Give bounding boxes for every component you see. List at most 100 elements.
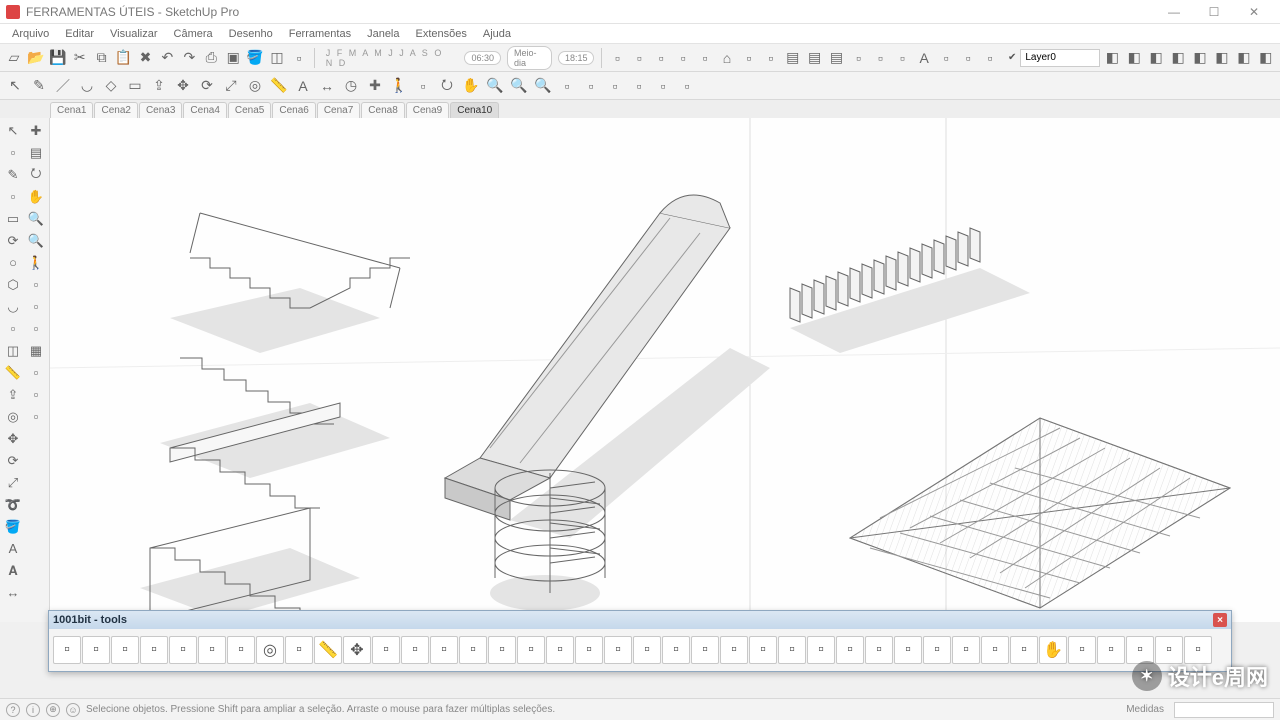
delete-icon[interactable]: ✖ bbox=[136, 47, 156, 69]
style7-icon[interactable]: ◧ bbox=[1234, 47, 1254, 69]
close-button[interactable]: ✕ bbox=[1234, 2, 1274, 22]
perforate-icon[interactable]: ▫ bbox=[1068, 636, 1096, 664]
arc-icon[interactable]: ◡ bbox=[2, 296, 24, 317]
style6-icon[interactable]: ◧ bbox=[1212, 47, 1232, 69]
chamfer-icon[interactable]: ▫ bbox=[198, 636, 226, 664]
rafter-icon[interactable]: ▫ bbox=[923, 636, 951, 664]
viewport[interactable] bbox=[50, 118, 1280, 622]
pan-icon[interactable]: ✋ bbox=[460, 75, 482, 97]
arc-icon[interactable]: ◡ bbox=[76, 75, 98, 97]
scene-tab-5[interactable]: Cena5 bbox=[228, 102, 271, 118]
scale-icon[interactable]: ⤢ bbox=[2, 472, 24, 493]
minimize-button[interactable]: — bbox=[1154, 2, 1194, 22]
xray-icon[interactable]: ▫ bbox=[849, 47, 869, 69]
scene-tab-9[interactable]: Cena9 bbox=[406, 102, 449, 118]
tape-icon[interactable]: 📏 bbox=[2, 362, 24, 383]
joist-icon[interactable]: ▫ bbox=[1126, 636, 1154, 664]
staircase-icon[interactable]: ▫ bbox=[749, 636, 777, 664]
scene-tab-6[interactable]: Cena6 bbox=[272, 102, 315, 118]
rectangle-icon[interactable]: ▭ bbox=[124, 75, 146, 97]
hip-roof-icon[interactable]: ▫ bbox=[894, 636, 922, 664]
hidden-line-icon[interactable]: ▫ bbox=[936, 47, 956, 69]
axes-icon[interactable]: ✚ bbox=[25, 120, 47, 141]
smoove-icon[interactable]: ▫ bbox=[25, 406, 47, 427]
slope-icon[interactable]: ▫ bbox=[285, 636, 313, 664]
shape-icon[interactable]: ◇ bbox=[100, 75, 122, 97]
info-icon[interactable]: i bbox=[26, 703, 40, 717]
text-icon[interactable]: A bbox=[2, 538, 24, 559]
time-mid[interactable]: Meio-dia bbox=[507, 46, 552, 70]
3dtext-icon[interactable]: 𝐀 bbox=[2, 560, 24, 581]
path-array-icon[interactable]: ▫ bbox=[517, 636, 545, 664]
vertical-slice-icon[interactable]: ▫ bbox=[430, 636, 458, 664]
point-on-face-icon[interactable]: ▫ bbox=[53, 636, 81, 664]
scene-tab-3[interactable]: Cena3 bbox=[139, 102, 182, 118]
pan-icon[interactable]: ✋ bbox=[25, 186, 47, 207]
array-icon[interactable]: ▫ bbox=[459, 636, 487, 664]
zoom-window-icon[interactable]: 🔍 bbox=[508, 75, 530, 97]
offset-icon[interactable]: ◎ bbox=[244, 75, 266, 97]
flatten-icon[interactable]: ▫ bbox=[372, 636, 400, 664]
open-file-icon[interactable]: 📂 bbox=[26, 47, 46, 69]
month-strip[interactable]: J F M A M J J A S O N D bbox=[320, 48, 461, 68]
protractor-icon[interactable]: ◷ bbox=[340, 75, 362, 97]
menu-janela[interactable]: Janela bbox=[359, 26, 407, 42]
text-icon[interactable]: A bbox=[292, 75, 314, 97]
solid-union-icon[interactable]: ▫ bbox=[580, 75, 602, 97]
rotate-icon[interactable]: ⟳ bbox=[196, 75, 218, 97]
print-icon[interactable]: ⎙ bbox=[201, 47, 221, 69]
menu-câmera[interactable]: Câmera bbox=[166, 26, 221, 42]
cut-icon[interactable]: ✂ bbox=[70, 47, 90, 69]
stamp-icon[interactable]: ▫ bbox=[25, 384, 47, 405]
next-view-icon[interactable]: ▫ bbox=[761, 47, 781, 69]
move-vertex-icon[interactable]: ✥ bbox=[343, 636, 371, 664]
menu-editar[interactable]: Editar bbox=[57, 26, 102, 42]
polygon-icon[interactable]: ⬡ bbox=[2, 274, 24, 295]
house-icon[interactable]: ⌂ bbox=[717, 47, 737, 69]
eraser-icon[interactable]: ◫ bbox=[2, 340, 24, 361]
scale-icon[interactable]: ⤢ bbox=[220, 75, 242, 97]
scene-tab-10[interactable]: Cena10 bbox=[450, 102, 499, 118]
purlin-icon[interactable]: ▫ bbox=[952, 636, 980, 664]
section-display-icon[interactable]: ▤ bbox=[805, 47, 825, 69]
walk-icon[interactable]: 🚶 bbox=[388, 75, 410, 97]
pushpull-icon[interactable]: ⇪ bbox=[148, 75, 170, 97]
ramp-icon[interactable]: ▫ bbox=[836, 636, 864, 664]
style5-icon[interactable]: ◧ bbox=[1190, 47, 1210, 69]
walk-icon[interactable]: 🚶 bbox=[25, 252, 47, 273]
line-icon[interactable]: ／ bbox=[52, 75, 74, 97]
lookaround-icon[interactable]: ▫ bbox=[412, 75, 434, 97]
scene-tab-7[interactable]: Cena7 bbox=[317, 102, 360, 118]
roof-icon[interactable]: ▫ bbox=[865, 636, 893, 664]
menu-ferramentas[interactable]: Ferramentas bbox=[281, 26, 359, 42]
zoom-icon[interactable]: 🔍 bbox=[25, 208, 47, 229]
new-file-icon[interactable]: ▱ bbox=[4, 47, 24, 69]
undo-icon[interactable]: ↶ bbox=[157, 47, 177, 69]
style3-icon[interactable]: ◧ bbox=[1146, 47, 1166, 69]
solid-subtract-icon[interactable]: ▫ bbox=[604, 75, 626, 97]
styles-icon[interactable]: ▫ bbox=[980, 47, 1000, 69]
select-icon[interactable]: ↖ bbox=[2, 120, 24, 141]
toolbar-1001bit-titlebar[interactable]: 1001bit - tools × bbox=[49, 611, 1231, 629]
move-icon[interactable]: ✥ bbox=[172, 75, 194, 97]
fillet-icon[interactable]: ▫ bbox=[169, 636, 197, 664]
menu-visualizar[interactable]: Visualizar bbox=[102, 26, 166, 42]
extend-icon[interactable]: ▫ bbox=[227, 636, 255, 664]
orbit-icon[interactable]: ⭮ bbox=[25, 164, 47, 185]
shaded-icon[interactable]: ▫ bbox=[892, 47, 912, 69]
pencil-icon[interactable]: ✎ bbox=[2, 164, 24, 185]
iso-icon[interactable]: ▫ bbox=[629, 47, 649, 69]
offset-edge-icon[interactable]: ◎ bbox=[256, 636, 284, 664]
rotated-rect-icon[interactable]: ⟳ bbox=[2, 230, 24, 251]
maximize-button[interactable]: ☐ bbox=[1194, 2, 1234, 22]
freehand-icon[interactable]: ▫ bbox=[2, 186, 24, 207]
rectangle-icon[interactable]: ▭ bbox=[2, 208, 24, 229]
polar-array-icon[interactable]: ▫ bbox=[488, 636, 516, 664]
column-icon[interactable]: ▫ bbox=[662, 636, 690, 664]
lasso-icon[interactable]: ▫ bbox=[2, 142, 24, 163]
scene-tab-1[interactable]: Cena1 bbox=[50, 102, 93, 118]
select-icon[interactable]: ↖ bbox=[4, 75, 26, 97]
menu-ajuda[interactable]: Ajuda bbox=[475, 26, 519, 42]
zoom-extents-icon[interactable]: 🔍 bbox=[25, 230, 47, 251]
orbit-icon[interactable]: ⭮ bbox=[436, 75, 458, 97]
